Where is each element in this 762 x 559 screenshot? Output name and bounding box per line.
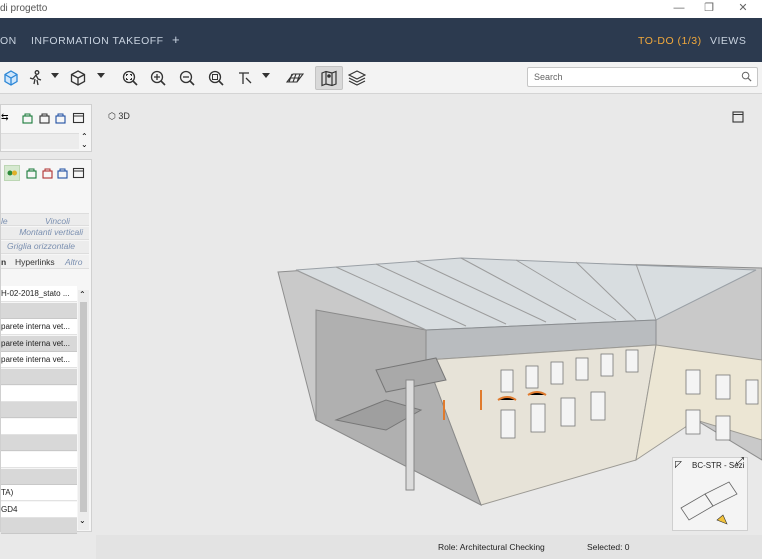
property-row[interactable]: parete interna vet... xyxy=(1,352,77,369)
property-row[interactable] xyxy=(1,452,77,468)
scrollbar[interactable]: ⌃ ⌄ xyxy=(78,290,89,530)
zoom-window-icon[interactable] xyxy=(205,66,227,90)
cube-blue-icon[interactable] xyxy=(0,66,22,90)
tab-altro[interactable]: Altro xyxy=(65,257,82,267)
zoom-out-icon[interactable] xyxy=(176,66,198,90)
tree-field[interactable] xyxy=(1,133,79,149)
lock-icon[interactable] xyxy=(21,112,34,124)
add-tab-button[interactable]: + xyxy=(172,32,180,47)
minimap-corner-icon: ◸ xyxy=(675,459,682,469)
property-row[interactable]: GD4 xyxy=(1,501,77,518)
model-tree-panel: ⇆ ⌃ ⌄ xyxy=(0,104,92,152)
property-row[interactable] xyxy=(1,468,77,485)
search-icon[interactable] xyxy=(741,71,752,82)
restore-button[interactable]: ❐ xyxy=(694,0,724,18)
lock-blue-icon[interactable] xyxy=(56,167,69,179)
tab-current[interactable]: n xyxy=(1,257,6,267)
section-dropdown-caret[interactable] xyxy=(262,73,270,78)
cube-icon[interactable] xyxy=(67,66,89,90)
window-icon[interactable] xyxy=(72,167,85,179)
main-nav: ON INFORMATION TAKEOFF + TO-DO (1/3) VIE… xyxy=(0,18,762,62)
scroll-up-icon[interactable]: ⌃ xyxy=(79,290,86,299)
property-row[interactable]: parete interna vet... xyxy=(1,335,77,352)
status-role: Role: Architectural Checking xyxy=(438,542,545,552)
lock-red-icon[interactable] xyxy=(41,167,54,179)
zoom-fit-icon[interactable] xyxy=(119,66,141,90)
title-bar: di progetto — ❐ ✕ xyxy=(0,0,762,18)
layers-icon[interactable] xyxy=(346,66,368,90)
property-row[interactable]: TA) xyxy=(1,485,77,502)
lock-icon-2[interactable] xyxy=(38,112,51,124)
column-header-1[interactable]: le xyxy=(1,216,8,226)
scrollbar-thumb[interactable] xyxy=(80,302,87,512)
property-row[interactable] xyxy=(1,385,77,402)
property-row[interactable] xyxy=(1,518,77,535)
property-row[interactable]: parete interna vet... xyxy=(1,319,77,336)
minimap[interactable]: ◸ BC-STR - Sezi ⤢ xyxy=(672,456,748,531)
property-row[interactable] xyxy=(1,435,77,452)
lock-icon-3[interactable] xyxy=(54,112,67,124)
nav-item-information-takeoff[interactable]: INFORMATION TAKEOFF xyxy=(31,35,164,47)
window-title: di progetto xyxy=(0,3,48,14)
search-input[interactable]: Search xyxy=(527,67,758,87)
status-bar: Role: Architectural Checking Selected: 0 xyxy=(96,535,762,559)
scroll-down-icon[interactable]: ⌄ xyxy=(79,516,86,525)
property-row[interactable] xyxy=(1,369,77,385)
walk-icon[interactable] xyxy=(24,66,46,90)
category-label-montanti[interactable]: Montanti verticali xyxy=(19,227,83,237)
close-button[interactable]: ✕ xyxy=(728,0,758,18)
minimize-button[interactable]: — xyxy=(664,0,694,18)
3d-viewport[interactable]: ⬡ 3D ◸ BC-STR - Sezi ⤢ xyxy=(96,100,762,535)
status-selected: Selected: 0 xyxy=(587,542,630,552)
walk-dropdown-caret[interactable] xyxy=(51,73,59,78)
property-row[interactable] xyxy=(1,302,77,319)
nav-item-partial[interactable]: ON xyxy=(0,35,17,47)
minimap-plan xyxy=(680,481,738,525)
property-row[interactable] xyxy=(1,418,77,435)
column-header-vincoli[interactable]: Vincoli xyxy=(45,216,70,226)
view-dropdown-caret[interactable] xyxy=(97,73,105,78)
search-placeholder: Search xyxy=(534,72,563,82)
column-header-row: le Vincoli xyxy=(1,213,89,226)
section-icon[interactable] xyxy=(234,66,256,90)
window-icon[interactable] xyxy=(72,112,85,124)
maximize-icon[interactable] xyxy=(732,111,744,123)
nav-item-todo[interactable]: TO-DO (1/3) xyxy=(638,35,702,47)
property-row[interactable]: H-02-2018_stato ... xyxy=(1,286,77,302)
category-label-griglia[interactable]: Griglia orizzontale xyxy=(7,241,75,251)
tab-row: n Hyperlinks Altro xyxy=(1,255,89,269)
view-mode-label[interactable]: ⬡ 3D xyxy=(108,111,130,122)
map-icon[interactable] xyxy=(315,66,343,90)
properties-panel: le Vincoli Montanti verticali Griglia or… xyxy=(0,159,92,535)
nav-item-views[interactable]: VIEWS xyxy=(710,35,746,47)
property-row[interactable] xyxy=(1,402,77,419)
category-row: Montanti verticali xyxy=(1,227,89,240)
scroll-down-icon[interactable]: ⌄ xyxy=(81,140,88,149)
hierarchy-icon[interactable]: ⇆ xyxy=(1,112,14,124)
lock-green-icon[interactable] xyxy=(25,167,38,179)
category-row: Griglia orizzontale xyxy=(1,241,89,254)
zoom-in-icon[interactable] xyxy=(147,66,169,90)
tab-hyperlinks[interactable]: Hyperlinks xyxy=(15,257,55,267)
minimap-expand-icon[interactable]: ⤢ xyxy=(736,456,744,467)
plane-icon[interactable] xyxy=(284,66,306,90)
view-cube-icon: ⬡ xyxy=(108,111,116,121)
color-filter-icon[interactable] xyxy=(4,165,20,181)
